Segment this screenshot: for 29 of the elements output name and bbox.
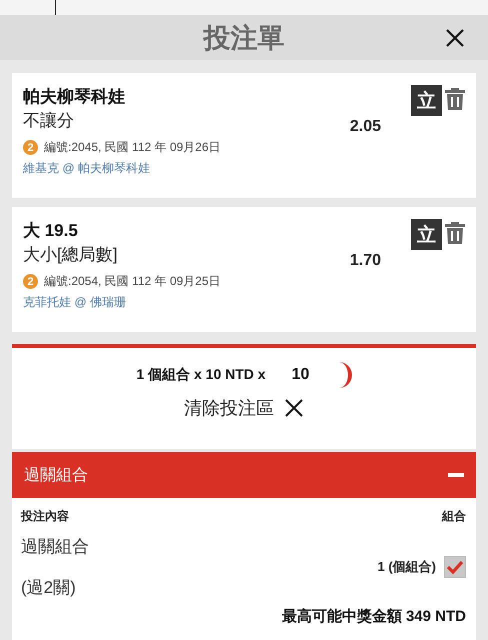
delete-button[interactable] (444, 85, 466, 111)
parlay-name: 過關組合 (21, 536, 89, 558)
parlay-header[interactable]: 過關組合 (12, 452, 476, 498)
match-link[interactable]: 克菲托娃 @ 佛瑞珊 (23, 294, 126, 311)
combination-count: 1 (個組合) (378, 558, 436, 576)
bet-info: 編號:2045, 民國 112 年 09月26日 (44, 139, 221, 156)
count-badge: 2 (23, 140, 38, 155)
column-header: 投注內容 (21, 508, 69, 525)
max-payout: 最高可能中獎金額 349 NTD (282, 607, 466, 626)
bet-type-badge: 立 (411, 219, 442, 250)
sheet-title: 投注單 (204, 22, 284, 54)
bet-info: 編號:2054, 民國 112 年 09月25日 (44, 273, 221, 290)
odds: 1.70 (350, 252, 381, 271)
selection-name: 帕夫柳琴科娃 (23, 86, 126, 108)
parlay-legs: (過2關) (21, 577, 77, 599)
delete-button[interactable] (444, 219, 466, 245)
close-icon (284, 398, 304, 418)
market-name: 大小[總局數] (23, 244, 118, 266)
column-header: 組合 (442, 508, 466, 525)
match-link[interactable]: 維基克 @ 帕夫柳琴科娃 (23, 160, 150, 177)
close-icon (445, 28, 465, 48)
stake-summary: 1 個組合 x 10 NTD x (136, 366, 266, 384)
odds: 2.05 (350, 118, 381, 137)
combination-checkbox[interactable] (444, 556, 466, 578)
count-badge: 2 (23, 274, 38, 289)
selection-name: 大 19.5 (23, 220, 79, 242)
clear-button[interactable]: 清除投注區 (184, 396, 304, 420)
market-name: 不讓分 (23, 110, 75, 132)
bet-type-badge: 立 (411, 85, 442, 116)
